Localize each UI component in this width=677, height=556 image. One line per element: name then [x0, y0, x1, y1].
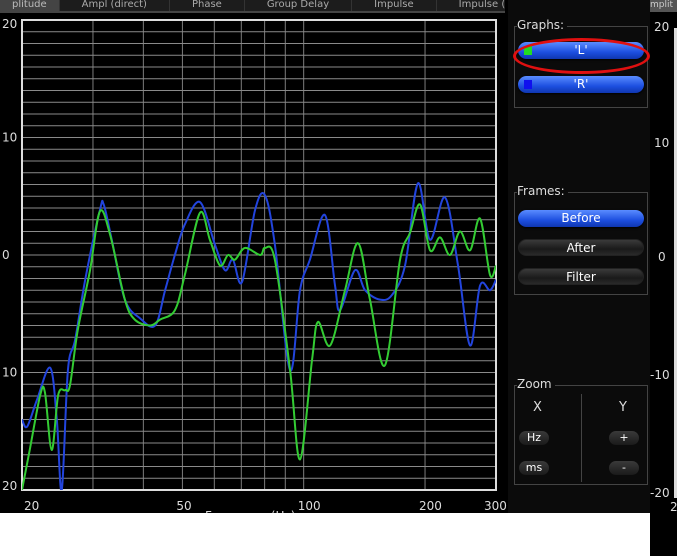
- secondary-tab[interactable]: mplit: [650, 0, 677, 12]
- side-y-label: -10: [650, 368, 670, 382]
- y-tick-label: 10: [2, 131, 17, 145]
- highlight-ellipse: [513, 38, 650, 74]
- zoom-in-button[interactable]: +: [609, 431, 639, 445]
- graph-r-label: 'R': [573, 77, 589, 91]
- tab-4[interactable]: Impulse: [352, 0, 437, 11]
- graphs-label: Graphs:: [517, 18, 568, 32]
- tab-2[interactable]: Phase: [169, 0, 245, 11]
- y-tick-label: 20: [2, 17, 17, 31]
- x-tick-label: 200: [419, 499, 442, 513]
- secondary-chart-edge: mplit 20 10 0 -10 -20 2: [650, 0, 677, 540]
- tab-5[interactable]: Impulse (ln): [436, 0, 505, 11]
- control-panel: Graphs: 'L' 'R' Frames: Before After Fil…: [508, 0, 650, 513]
- side-y-label: -20: [650, 486, 670, 500]
- view-tabs: plitude Ampl (direct) Phase Group Delay Impu…: [0, 0, 505, 13]
- zoom-ms-button[interactable]: ms: [519, 461, 549, 475]
- frame-before-button[interactable]: Before: [518, 210, 644, 227]
- zoom-y-label: Y: [619, 400, 627, 415]
- r-color-swatch: [524, 80, 532, 89]
- tab-3[interactable]: Group Delay: [244, 0, 353, 11]
- frames-group: Frames: Before After Filter: [514, 184, 648, 295]
- tab-0[interactable]: plitude: [0, 0, 60, 11]
- x-tick-label: 300: [484, 499, 507, 513]
- zoom-label: Zoom: [517, 377, 555, 391]
- side-y-label: 0: [658, 250, 666, 264]
- y-tick-label: 10: [2, 366, 17, 380]
- zoom-divider: [581, 394, 582, 482]
- x-tick-label: 100: [298, 499, 321, 513]
- graph-button-r[interactable]: 'R': [518, 76, 644, 93]
- side-x-label: 2: [670, 500, 677, 514]
- zoom-hz-button[interactable]: Hz: [519, 431, 549, 445]
- side-y-label: 20: [654, 20, 670, 34]
- zoom-group: Zoom X Y Hz ms + -: [514, 377, 648, 485]
- tab-1[interactable]: Ampl (direct): [59, 0, 170, 11]
- zoom-x-label: X: [533, 400, 542, 415]
- y-tick-label: 0: [2, 248, 10, 262]
- frames-label: Frames:: [517, 184, 568, 198]
- side-y-label: 10: [654, 136, 670, 150]
- x-tick-label: 50: [176, 499, 191, 513]
- y-tick-label: 20: [2, 479, 17, 493]
- zoom-out-button[interactable]: -: [609, 461, 639, 475]
- x-tick-label: 20: [24, 499, 39, 513]
- chart-overlay-band: [0, 513, 650, 556]
- frequency-response-chart: 2010010202050100200300Frequency (Hz): [2, 17, 507, 513]
- frame-after-button[interactable]: After: [518, 239, 644, 256]
- frame-filter-button[interactable]: Filter: [518, 268, 644, 285]
